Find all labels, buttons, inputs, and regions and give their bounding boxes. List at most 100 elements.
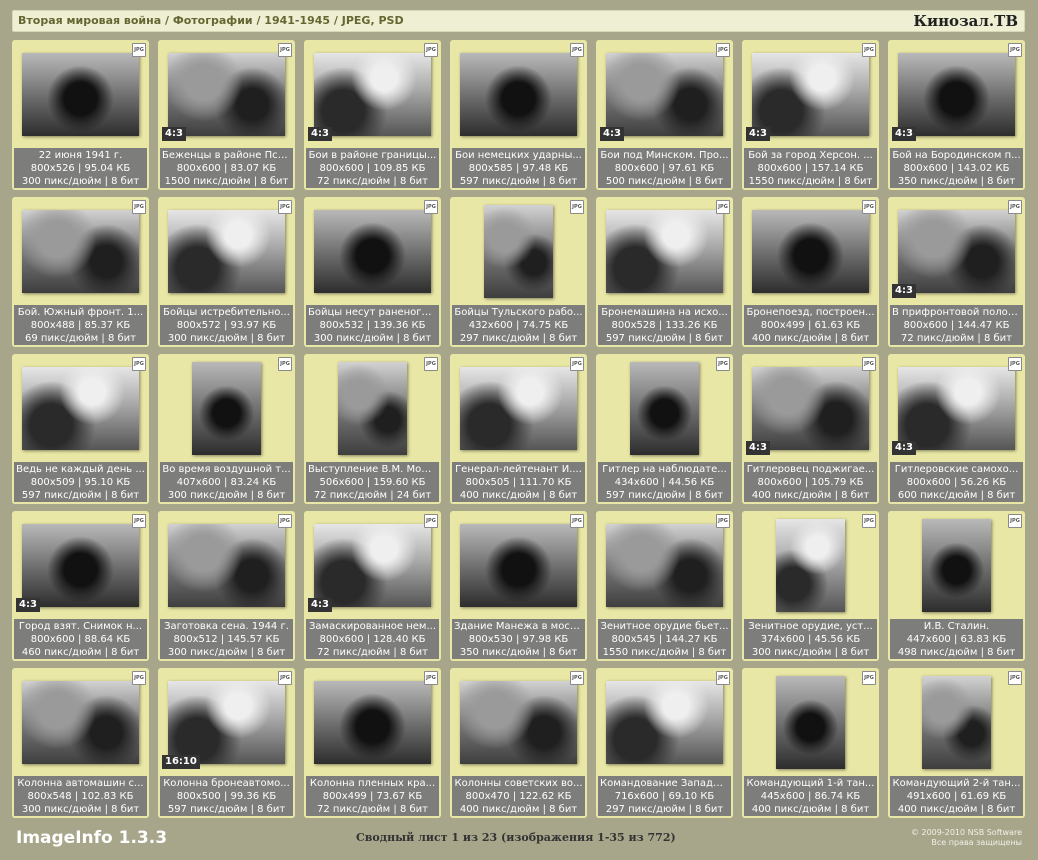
thumbnail-frame[interactable] — [308, 358, 437, 459]
thumbnail-cell[interactable]: JPG 4:3 Гитлеровец поджигае... 800x600 | 10… — [742, 354, 879, 504]
thumbnail-cell[interactable]: JPG Бойцы Тульского рабо... 432x600 | 74.7… — [450, 197, 587, 347]
photo-thumbnail[interactable] — [314, 681, 431, 764]
photo-thumbnail[interactable] — [22, 210, 139, 293]
thumbnail-frame[interactable] — [16, 44, 145, 145]
photo-thumbnail[interactable] — [606, 681, 723, 764]
thumbnail-cell[interactable]: JPG Колонна пленных кра... 800x499 | 73.67… — [304, 668, 441, 818]
thumbnail-cell[interactable]: JPG 4:3 Гитлеровские самохо... 800x600 | 56… — [888, 354, 1025, 504]
photo-thumbnail[interactable] — [460, 367, 577, 450]
thumbnail-frame[interactable] — [892, 515, 1021, 616]
thumbnail-cell[interactable]: JPG Бронепоезд, построен... 800x499 | 61.6… — [742, 197, 879, 347]
photo-thumbnail[interactable] — [483, 205, 554, 298]
photo-thumbnail[interactable] — [752, 53, 869, 136]
thumbnail-frame[interactable] — [600, 515, 729, 616]
photo-thumbnail[interactable] — [752, 210, 869, 293]
thumbnail-frame[interactable] — [600, 201, 729, 302]
thumbnail-cell[interactable]: JPG 4:3 Бой на Бородинском п... 800x600 | 1… — [888, 40, 1025, 190]
photo-thumbnail[interactable] — [921, 519, 992, 612]
thumbnail-cell[interactable]: JPG Гитлер на наблюдате... 434x600 | 44.56… — [596, 354, 733, 504]
thumbnail-frame[interactable] — [454, 44, 583, 145]
thumbnail-frame[interactable] — [308, 672, 437, 773]
thumbnail-frame[interactable] — [454, 672, 583, 773]
thumbnail-frame[interactable] — [162, 358, 291, 459]
thumbnail-cell[interactable]: JPG Бойцы истребительно... 800x572 | 93.97… — [158, 197, 295, 347]
thumbnail-frame[interactable] — [892, 672, 1021, 773]
photo-thumbnail[interactable] — [314, 53, 431, 136]
photo-thumbnail[interactable] — [460, 681, 577, 764]
thumbnail-cell[interactable]: JPG 4:3 Город взят. Снимок н... 800x600 | 8… — [12, 511, 149, 661]
thumbnail-cell[interactable]: JPG 4:3 Беженцы в районе Пск... 800x600 | 8… — [158, 40, 295, 190]
thumbnail-cell[interactable]: JPG Колонна автомашин с... 800x548 | 102.8… — [12, 668, 149, 818]
thumbnail-frame[interactable] — [16, 672, 145, 773]
photo-thumbnail[interactable] — [898, 210, 1015, 293]
thumbnail-frame[interactable] — [16, 201, 145, 302]
thumbnail-frame[interactable] — [454, 201, 583, 302]
jpg-file-icon: JPG — [1008, 200, 1022, 214]
thumbnail-cell[interactable]: JPG Здание Манежа в моск... 800x530 | 97.9… — [450, 511, 587, 661]
photo-thumbnail[interactable] — [314, 524, 431, 607]
image-dims: 800x499 | 73.67 КБ — [322, 791, 423, 802]
photo-thumbnail[interactable] — [629, 362, 700, 455]
thumbnail-cell[interactable]: JPG Заготовка сена. 1944 г. 800x512 | 145.… — [158, 511, 295, 661]
thumbnail-cell[interactable]: JPG 4:3 В прифронтовой полос... 800x600 | 1… — [888, 197, 1025, 347]
aspect-ratio-badge: 4:3 — [746, 127, 770, 141]
thumbnail-cell[interactable]: JPG 4:3 Бои под Минском. Про... 800x600 | 9… — [596, 40, 733, 190]
photo-thumbnail[interactable] — [775, 519, 846, 612]
photo-thumbnail[interactable] — [168, 210, 285, 293]
thumbnail-cell[interactable]: JPG Генерал-лейтенант И.... 800x505 | 111.… — [450, 354, 587, 504]
thumbnail-frame[interactable] — [16, 358, 145, 459]
thumbnail-cell[interactable]: JPG Бронемашина на исхо... 800x528 | 133.2… — [596, 197, 733, 347]
photo-thumbnail[interactable] — [775, 676, 846, 769]
photo-thumbnail[interactable] — [191, 362, 262, 455]
thumbnail-cell[interactable]: JPG Командующий 2-й тан... 491x600 | 61.69… — [888, 668, 1025, 818]
photo-thumbnail[interactable] — [606, 53, 723, 136]
photo-thumbnail[interactable] — [337, 362, 408, 455]
thumbnail-frame[interactable] — [746, 515, 875, 616]
thumbnail-cell[interactable]: JPG 22 июня 1941 г. 800x526 | 95.04 КБ 300 … — [12, 40, 149, 190]
photo-thumbnail[interactable] — [168, 524, 285, 607]
photo-thumbnail[interactable] — [921, 676, 992, 769]
thumbnail-cell[interactable]: JPG Во время воздушной т... 407x600 | 83.2… — [158, 354, 295, 504]
thumbnail-frame[interactable] — [746, 201, 875, 302]
thumbnail-cell[interactable]: JPG Командование Западн... 716x600 | 69.10… — [596, 668, 733, 818]
photo-thumbnail[interactable] — [22, 524, 139, 607]
photo-thumbnail[interactable] — [22, 53, 139, 136]
thumbnail-cell[interactable]: JPG 4:3 Замаскированное нем... 800x600 | 12… — [304, 511, 441, 661]
thumbnail-cell[interactable]: JPG Зенитное орудие, уст... 374x600 | 45.5… — [742, 511, 879, 661]
aspect-ratio-badge: 4:3 — [746, 441, 770, 455]
image-info: Здание Манежа в моск... 800x530 | 97.98 К… — [452, 619, 585, 659]
image-caption: Бойцы несут раненого... — [308, 307, 438, 318]
thumbnail-cell[interactable]: JPG Бои немецких ударны... 800x585 | 97.48… — [450, 40, 587, 190]
photo-thumbnail[interactable] — [460, 524, 577, 607]
thumbnail-frame[interactable] — [162, 201, 291, 302]
thumbnail-cell[interactable]: JPG Ведь не каждый день ... 800x509 | 95.1… — [12, 354, 149, 504]
photo-thumbnail[interactable] — [898, 53, 1015, 136]
photo-thumbnail[interactable] — [22, 367, 139, 450]
photo-thumbnail[interactable] — [606, 524, 723, 607]
thumbnail-frame[interactable] — [454, 358, 583, 459]
photo-thumbnail[interactable] — [752, 367, 869, 450]
photo-thumbnail[interactable] — [898, 367, 1015, 450]
thumbnail-frame[interactable] — [454, 515, 583, 616]
photo-thumbnail[interactable] — [168, 681, 285, 764]
photo-thumbnail[interactable] — [606, 210, 723, 293]
thumbnail-frame[interactable] — [600, 672, 729, 773]
photo-thumbnail[interactable] — [460, 53, 577, 136]
thumbnail-cell[interactable]: JPG 16:10 Колонна бронеавтомо... 800x500 | … — [158, 668, 295, 818]
thumbnail-cell[interactable]: JPG 4:3 Бои в районе границы... 800x600 | 1… — [304, 40, 441, 190]
thumbnail-cell[interactable]: JPG 4:3 Бой за город Херсон. ... 800x600 | … — [742, 40, 879, 190]
thumbnail-frame[interactable] — [308, 201, 437, 302]
thumbnail-frame[interactable] — [600, 358, 729, 459]
thumbnail-cell[interactable]: JPG Выступление В.М. Мол... 506x600 | 159.… — [304, 354, 441, 504]
photo-thumbnail[interactable] — [168, 53, 285, 136]
photo-thumbnail[interactable] — [22, 681, 139, 764]
thumbnail-frame[interactable] — [746, 672, 875, 773]
thumbnail-cell[interactable]: JPG И.В. Сталин. 447x600 | 63.83 КБ 498 пик… — [888, 511, 1025, 661]
thumbnail-cell[interactable]: JPG Зенитное орудие бьет... 800x545 | 144.… — [596, 511, 733, 661]
thumbnail-cell[interactable]: JPG Командующий 1-й тан... 445x600 | 86.74… — [742, 668, 879, 818]
thumbnail-cell[interactable]: JPG Колонны советских во... 800x470 | 122.… — [450, 668, 587, 818]
photo-thumbnail[interactable] — [314, 210, 431, 293]
thumbnail-cell[interactable]: JPG Бойцы несут раненого... 800x532 | 139.… — [304, 197, 441, 347]
thumbnail-cell[interactable]: JPG Бой. Южный фронт. 1... 800x488 | 85.37… — [12, 197, 149, 347]
thumbnail-frame[interactable] — [162, 515, 291, 616]
